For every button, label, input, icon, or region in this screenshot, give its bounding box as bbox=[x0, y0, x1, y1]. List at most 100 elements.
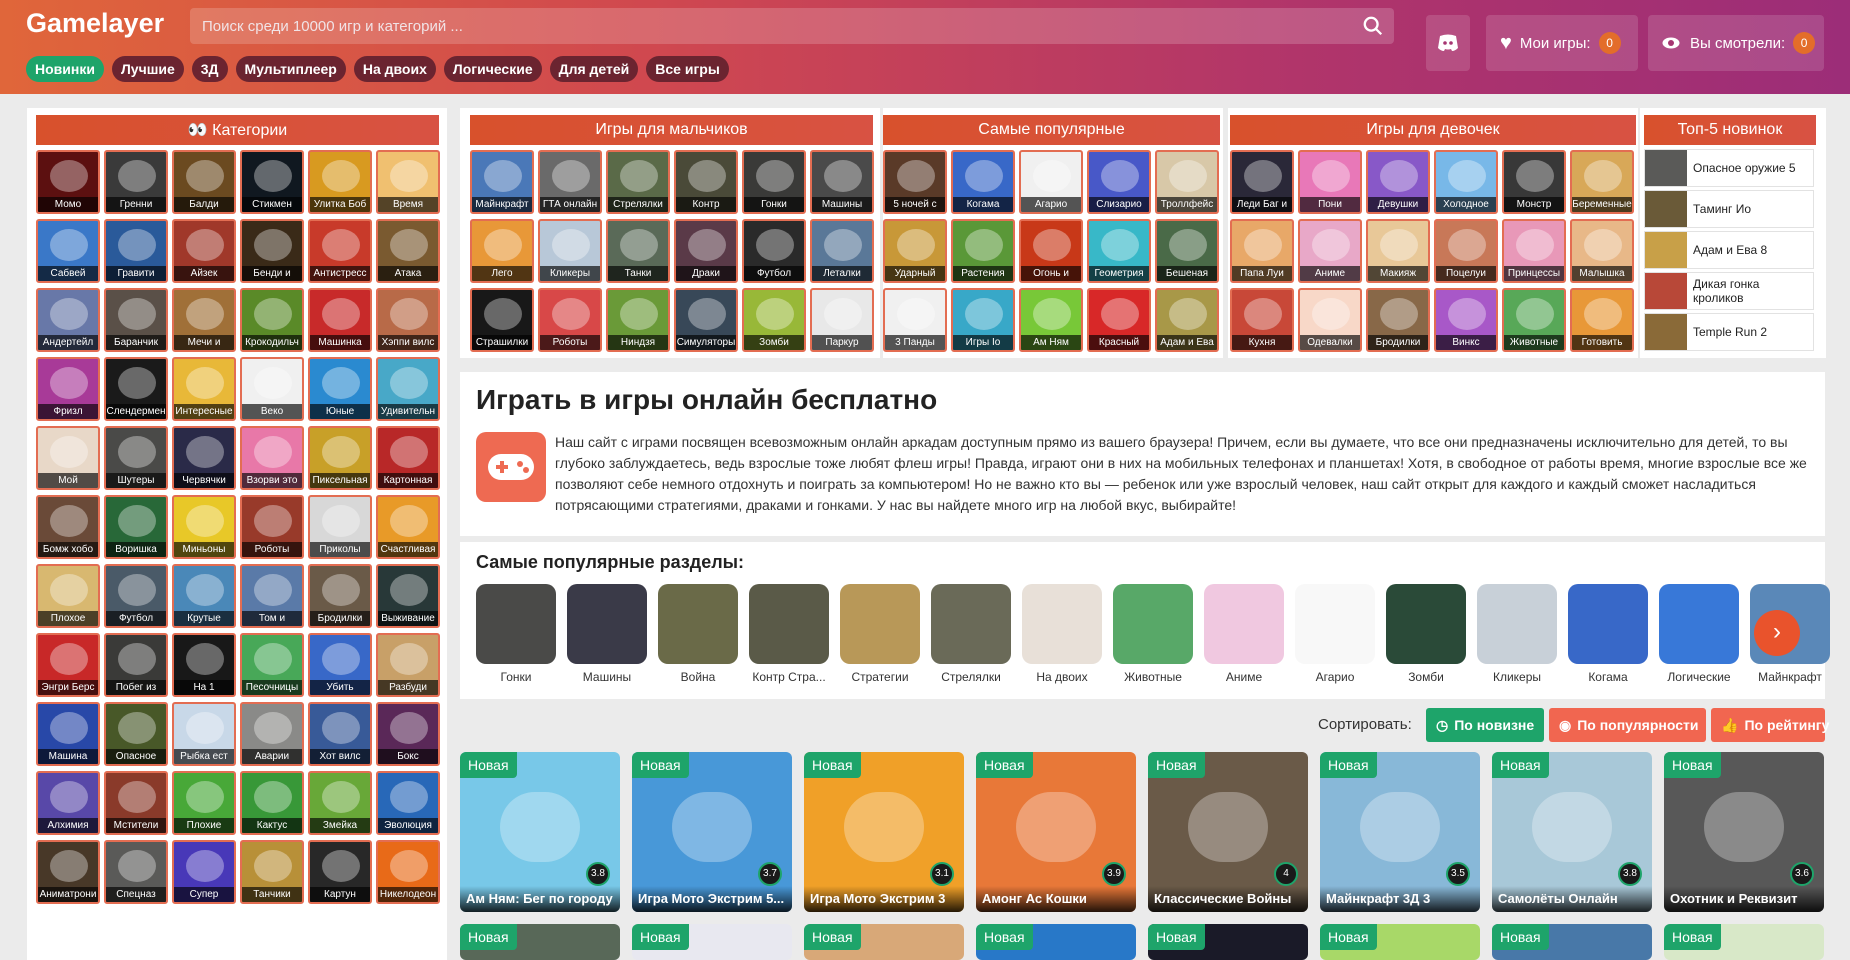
category-tile[interactable]: Гравити bbox=[104, 219, 168, 283]
category-tile[interactable]: Бродилки bbox=[308, 564, 372, 628]
category-tile[interactable]: Веко bbox=[240, 357, 304, 421]
popular-game-tile[interactable]: Агарио bbox=[1019, 150, 1083, 214]
category-tile[interactable]: Пиксельная bbox=[308, 426, 372, 490]
girls-game-tile[interactable]: Малышка bbox=[1570, 219, 1634, 283]
game-card[interactable]: Новая bbox=[460, 924, 620, 960]
category-tile[interactable]: Плохие bbox=[172, 771, 236, 835]
girls-game-tile[interactable]: Принцессы bbox=[1502, 219, 1566, 283]
game-card[interactable]: Новая 4 Классические Войны bbox=[1148, 752, 1308, 912]
game-card[interactable]: Новая bbox=[804, 924, 964, 960]
girls-game-tile[interactable]: Животные bbox=[1502, 288, 1566, 352]
girls-game-tile[interactable]: Кухня bbox=[1230, 288, 1294, 352]
boys-game-tile[interactable]: ГТА онлайн bbox=[538, 150, 602, 214]
category-tile[interactable]: Разбуди bbox=[376, 633, 440, 697]
search-icon[interactable] bbox=[1362, 15, 1384, 37]
category-tile[interactable]: Картун bbox=[308, 840, 372, 904]
girls-game-tile[interactable]: Поцелуи bbox=[1434, 219, 1498, 283]
category-tile[interactable]: Сабвей bbox=[36, 219, 100, 283]
discord-button[interactable] bbox=[1426, 15, 1470, 71]
section-item[interactable]: Гонки bbox=[476, 584, 556, 684]
boys-game-tile[interactable]: Драки bbox=[674, 219, 738, 283]
boys-game-tile[interactable]: Футбол bbox=[742, 219, 806, 283]
my-games-button[interactable]: ♥ Мои игры: 0 bbox=[1486, 15, 1638, 71]
popular-game-tile[interactable]: 5 ночей с bbox=[883, 150, 947, 214]
girls-game-tile[interactable]: Девушки bbox=[1366, 150, 1430, 214]
category-tile[interactable]: Танчики bbox=[240, 840, 304, 904]
popular-game-tile[interactable]: Красный bbox=[1087, 288, 1151, 352]
girls-game-tile[interactable]: Холодное bbox=[1434, 150, 1498, 214]
popular-game-tile[interactable]: Ам Ням bbox=[1019, 288, 1083, 352]
boys-game-tile[interactable]: Зомби bbox=[742, 288, 806, 352]
girls-game-tile[interactable]: Беременные bbox=[1570, 150, 1634, 214]
section-item[interactable]: Зомби bbox=[1386, 584, 1466, 684]
popular-game-tile[interactable]: Геометрия bbox=[1087, 219, 1151, 283]
category-tile[interactable]: Никелодеон bbox=[376, 840, 440, 904]
category-tile[interactable]: Спецназ bbox=[104, 840, 168, 904]
category-tile[interactable]: Воришка bbox=[104, 495, 168, 559]
popular-game-tile[interactable]: Ударный bbox=[883, 219, 947, 283]
boys-game-tile[interactable]: Леталки bbox=[810, 219, 874, 283]
watched-button[interactable]: Вы смотрели: 0 bbox=[1648, 15, 1824, 71]
boys-game-tile[interactable]: Танки bbox=[606, 219, 670, 283]
game-card[interactable]: Новая 3.8 Самолёты Онлайн bbox=[1492, 752, 1652, 912]
game-card[interactable]: Новая 3.8 Ам Ням: Бег по городу bbox=[460, 752, 620, 912]
top5-item[interactable]: Дикая гонка кроликов bbox=[1644, 272, 1814, 310]
section-item[interactable]: На двоих bbox=[1022, 584, 1102, 684]
category-tile[interactable]: Том и bbox=[240, 564, 304, 628]
category-tile[interactable]: Опасное bbox=[104, 702, 168, 766]
category-tile[interactable]: Выживание bbox=[376, 564, 440, 628]
game-card[interactable]: Новая 3.7 Игра Мото Экстрим 5... bbox=[632, 752, 792, 912]
nav-logic[interactable]: Логические bbox=[443, 56, 542, 82]
girls-game-tile[interactable]: Одевалки bbox=[1298, 288, 1362, 352]
category-tile[interactable]: Улитка Боб bbox=[308, 150, 372, 214]
game-card[interactable]: Новая 3.6 Охотник и Реквизит bbox=[1664, 752, 1824, 912]
section-item[interactable]: Агарио bbox=[1295, 584, 1375, 684]
category-tile[interactable]: Время bbox=[376, 150, 440, 214]
top5-item[interactable]: Таминг Ио bbox=[1644, 190, 1814, 228]
category-tile[interactable]: Змейка bbox=[308, 771, 372, 835]
section-item[interactable]: Машины bbox=[567, 584, 647, 684]
nav-multiplayer[interactable]: Мультиплеер bbox=[235, 56, 346, 82]
section-item[interactable]: Стрелялки bbox=[931, 584, 1011, 684]
category-tile[interactable]: Юные bbox=[308, 357, 372, 421]
girls-game-tile[interactable]: Готовить bbox=[1570, 288, 1634, 352]
section-item[interactable]: Логические bbox=[1659, 584, 1739, 684]
section-item[interactable]: Когама bbox=[1568, 584, 1648, 684]
category-tile[interactable]: Хот вилс bbox=[308, 702, 372, 766]
popular-game-tile[interactable]: Бешеная bbox=[1155, 219, 1219, 283]
boys-game-tile[interactable]: Ниндзя bbox=[606, 288, 670, 352]
category-tile[interactable]: На 1 bbox=[172, 633, 236, 697]
boys-game-tile[interactable]: Контр bbox=[674, 150, 738, 214]
boys-game-tile[interactable]: Майнкрафт bbox=[470, 150, 534, 214]
girls-game-tile[interactable]: Винкс bbox=[1434, 288, 1498, 352]
search-input[interactable] bbox=[190, 8, 1330, 44]
popular-game-tile[interactable]: Огонь и bbox=[1019, 219, 1083, 283]
category-tile[interactable]: Алхимия bbox=[36, 771, 100, 835]
popular-game-tile[interactable]: Когама bbox=[951, 150, 1015, 214]
category-tile[interactable]: Мой bbox=[36, 426, 100, 490]
boys-game-tile[interactable]: Паркур bbox=[810, 288, 874, 352]
boys-game-tile[interactable]: Лего bbox=[470, 219, 534, 283]
category-tile[interactable]: Кактус bbox=[240, 771, 304, 835]
game-card[interactable]: Новая bbox=[1320, 924, 1480, 960]
category-tile[interactable]: Миньоны bbox=[172, 495, 236, 559]
category-tile[interactable]: Футбол bbox=[104, 564, 168, 628]
girls-game-tile[interactable]: Монстр bbox=[1502, 150, 1566, 214]
category-tile[interactable]: Супер bbox=[172, 840, 236, 904]
category-tile[interactable]: Айзек bbox=[172, 219, 236, 283]
section-item[interactable]: Кликеры bbox=[1477, 584, 1557, 684]
sort-rating-button[interactable]: 👍 По рейтингу bbox=[1711, 708, 1829, 742]
category-tile[interactable]: Фризл bbox=[36, 357, 100, 421]
section-item[interactable]: Стратегии bbox=[840, 584, 920, 684]
search-bar[interactable] bbox=[190, 8, 1394, 44]
game-card[interactable]: Новая 3.5 Майнкрафт 3Д 3 bbox=[1320, 752, 1480, 912]
category-tile[interactable]: Аварии bbox=[240, 702, 304, 766]
section-item[interactable]: Война bbox=[658, 584, 738, 684]
category-tile[interactable]: Крутые bbox=[172, 564, 236, 628]
category-tile[interactable]: Взорви это bbox=[240, 426, 304, 490]
category-tile[interactable]: Мстители bbox=[104, 771, 168, 835]
category-tile[interactable]: Энгри Берс bbox=[36, 633, 100, 697]
category-tile[interactable]: Плохое bbox=[36, 564, 100, 628]
site-logo[interactable]: Gamelayer bbox=[26, 8, 164, 39]
category-tile[interactable]: Момо bbox=[36, 150, 100, 214]
